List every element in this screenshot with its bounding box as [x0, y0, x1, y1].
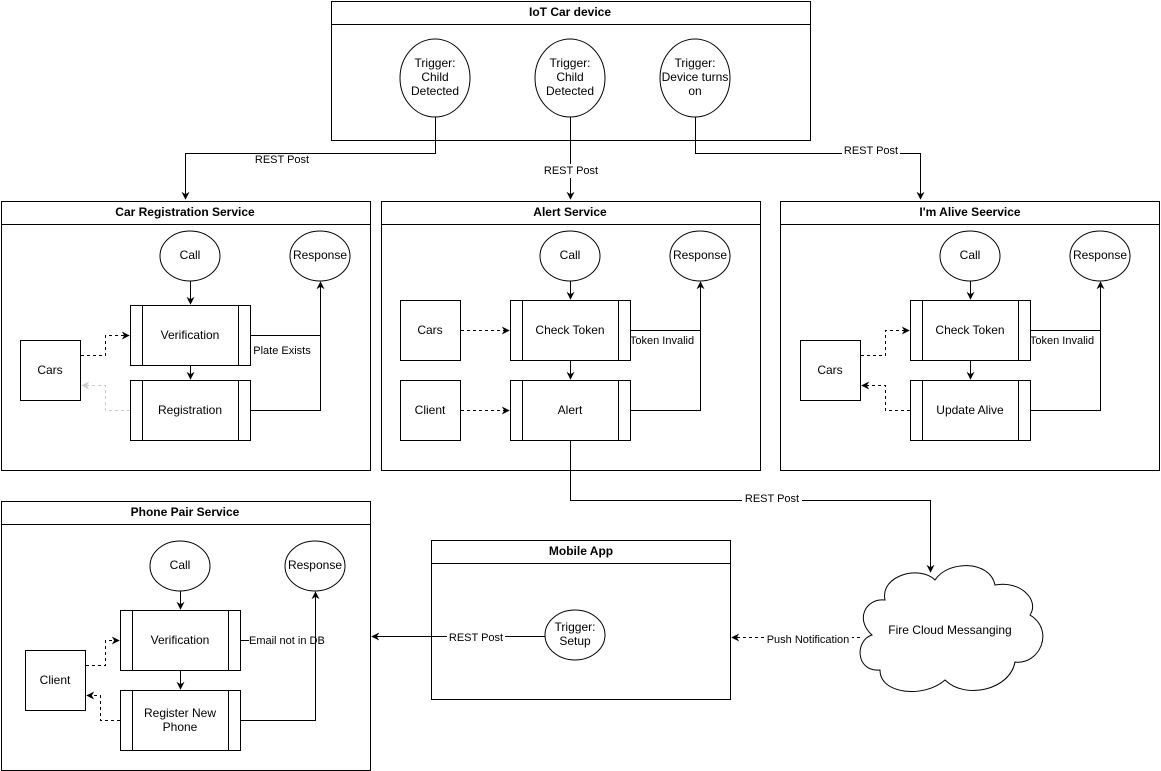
node-label: Car Registration Service: [115, 205, 255, 219]
trigger-device-turns-on[interactable]: Trigger: Device turns on: [659, 38, 731, 118]
check-token-process: Check Token: [510, 300, 631, 361]
node-label: Registration: [158, 403, 222, 417]
verification-process: Verification: [130, 305, 251, 366]
node-label: Verification: [151, 633, 210, 647]
node-label: Client: [40, 673, 71, 687]
update-alive-process: Update Alive: [910, 380, 1031, 441]
node-label: Detected: [411, 84, 459, 98]
response-node: Response: [669, 230, 731, 282]
node-label: Response: [293, 248, 347, 262]
call-node: Call: [539, 230, 601, 282]
node-label: REST Post: [745, 493, 799, 505]
node-label: Trigger:: [555, 620, 596, 634]
node-label: Call: [960, 248, 981, 262]
im-alive-service-container: I'm Alive Seervice Call Response Check T…: [780, 201, 1160, 471]
register-new-phone-process: Register NewPhone: [120, 690, 241, 751]
architecture-diagram: IoT Car device Trigger: Child Detected T…: [1, 1, 1160, 771]
email-not-in-db-label: Email not in DB: [249, 635, 325, 647]
node-label: Fire Cloud Messanging: [888, 623, 1011, 637]
node-label: Trigger:: [550, 56, 591, 70]
node-label: Update Alive: [936, 403, 1004, 417]
node-label: Register New: [144, 706, 216, 720]
node-label: REST Post: [544, 165, 598, 177]
node-label: Response: [288, 558, 342, 572]
node-label: Child: [421, 70, 448, 84]
node-label: Cars: [417, 323, 442, 337]
node-label: Setup: [559, 634, 591, 648]
node-label: Detected: [546, 84, 594, 98]
response-node: Response: [284, 540, 346, 592]
edge-push-notification: Push Notification: [731, 632, 860, 646]
trigger-setup[interactable]: Trigger:Setup: [544, 609, 606, 661]
node-label: on: [688, 84, 701, 98]
call-node: Call: [149, 540, 211, 592]
trigger-child-detected-2[interactable]: Trigger: Child Detected: [534, 38, 606, 118]
node-label: Check Token: [535, 323, 604, 337]
node-label: Push Notification: [767, 634, 850, 646]
node-label: Phone Pair Service: [131, 505, 240, 519]
node-label: I'm Alive Seervice: [919, 205, 1020, 219]
node-label: Alert Service: [533, 205, 607, 219]
node-label: Call: [180, 248, 201, 262]
node-label: Device turns: [662, 70, 729, 84]
node-label: Cars: [817, 363, 842, 377]
node-label: Check Token: [935, 323, 1004, 337]
cars-db: Cars: [20, 340, 81, 401]
node-label: REST Post: [255, 154, 309, 166]
response-node: Response: [1069, 230, 1131, 282]
alert-process: Alert: [510, 380, 631, 441]
cars-db: Cars: [800, 340, 861, 401]
node-label: REST Post: [844, 145, 898, 157]
trigger-child-detected-1[interactable]: Trigger: Child Detected: [399, 38, 471, 118]
node-label: Response: [1073, 248, 1127, 262]
fire-cloud-messaging: Fire Cloud Messanging: [859, 565, 1044, 692]
token-invalid-label: Token Invalid: [1030, 335, 1094, 347]
node-label: Mobile App: [549, 544, 613, 558]
client-db: Client: [400, 380, 461, 441]
call-node: Call: [939, 230, 1001, 282]
node-label: Cars: [37, 363, 62, 377]
phone-pair-service-container: Phone Pair Service Call Response Verific…: [1, 501, 371, 771]
cars-db: Cars: [400, 300, 461, 361]
node-label: Verification: [161, 328, 220, 342]
check-token-process: Check Token: [910, 300, 1031, 361]
node-label: Call: [560, 248, 581, 262]
registration-process: Registration: [130, 380, 251, 441]
node-label: Client: [415, 403, 446, 417]
mobile-app-container: Mobile App Trigger:Setup: [431, 540, 731, 700]
node-label: Alert: [558, 403, 583, 417]
node-label: Child: [556, 70, 583, 84]
response-node: Response: [289, 230, 351, 282]
call-node: Call: [159, 230, 221, 282]
node-label: Response: [673, 248, 727, 262]
client-db: Client: [25, 650, 86, 711]
iot-title: IoT Car device: [529, 5, 611, 19]
node-label: REST Post: [449, 632, 503, 644]
node-label: Trigger:: [675, 56, 716, 70]
alert-service-container: Alert Service Call Response Check Token …: [381, 201, 761, 471]
node-label: Phone: [163, 720, 198, 734]
node-label: Trigger:: [415, 56, 456, 70]
node-label: Call: [170, 558, 191, 572]
verification-process: Verification: [120, 610, 241, 671]
car-registration-service-container: Car Registration Service Call Response V…: [1, 201, 371, 471]
plate-exists-label: Plate Exists: [253, 345, 311, 357]
token-invalid-label: Token Invalid: [630, 335, 694, 347]
